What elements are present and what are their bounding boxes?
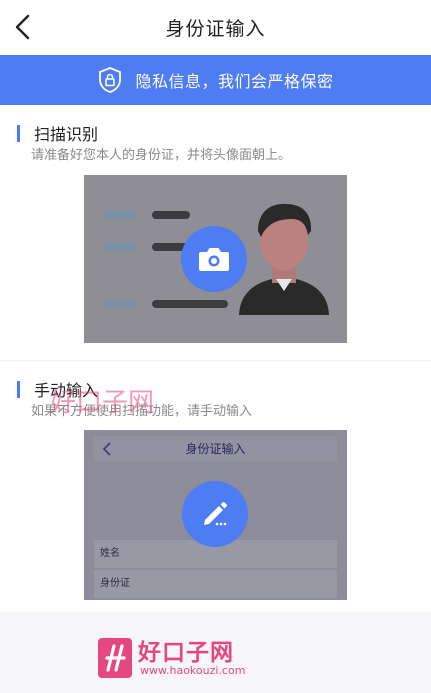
section-accent-bar bbox=[17, 124, 20, 142]
watermark-logo: 好口子网 www.haokouzi.com bbox=[96, 636, 256, 682]
scan-section-header: 扫描识别 bbox=[17, 121, 98, 145]
watermark-logo-icon bbox=[98, 638, 132, 678]
card-line bbox=[104, 211, 136, 219]
manual-section: 手动输入 如果不方便使用扫描功能，请手动输入 身份证输入 姓名 身份证 bbox=[0, 362, 431, 612]
privacy-banner: 隐私信息，我们会严格保密 bbox=[0, 55, 431, 105]
card-line bbox=[152, 211, 190, 219]
nav-bar: 身份证输入 bbox=[0, 0, 431, 55]
camera-icon bbox=[199, 248, 229, 271]
scan-section-title: 扫描识别 bbox=[34, 125, 99, 144]
card-line bbox=[152, 300, 228, 308]
watermark-url: www.haokouzi.com bbox=[140, 664, 246, 677]
preview-title: 身份证输入 bbox=[185, 442, 246, 456]
section-accent-bar bbox=[17, 380, 20, 398]
pencil-icon bbox=[204, 502, 227, 526]
portrait-icon bbox=[239, 203, 329, 315]
edit-button[interactable] bbox=[182, 481, 248, 547]
page-title: 身份证输入 bbox=[165, 18, 266, 40]
card-line bbox=[104, 300, 136, 308]
manual-section-header: 手动输入 bbox=[17, 377, 98, 401]
card-line bbox=[104, 243, 136, 251]
privacy-text: 隐私信息，我们会严格保密 bbox=[135, 72, 334, 91]
scan-section-subtitle: 请准备好您本人的身份证，并将头像面朝上。 bbox=[31, 148, 292, 163]
camera-button[interactable] bbox=[181, 226, 247, 292]
manual-section-title: 手动输入 bbox=[34, 381, 99, 400]
manual-input-card[interactable]: 身份证输入 姓名 身份证 bbox=[84, 430, 347, 600]
manual-section-subtitle: 如果不方便使用扫描功能，请手动输入 bbox=[31, 404, 253, 419]
preview-field-id: 身份证 bbox=[94, 570, 337, 598]
scan-section: 扫描识别 请准备好您本人的身份证，并将头像面朝上。 bbox=[0, 105, 431, 360]
back-button[interactable] bbox=[10, 12, 38, 42]
lock-shield-icon bbox=[99, 67, 122, 93]
preview-nav-bar: 身份证输入 bbox=[94, 436, 337, 462]
scan-id-card[interactable] bbox=[84, 175, 347, 343]
watermark-name: 好口子网 bbox=[138, 640, 234, 666]
